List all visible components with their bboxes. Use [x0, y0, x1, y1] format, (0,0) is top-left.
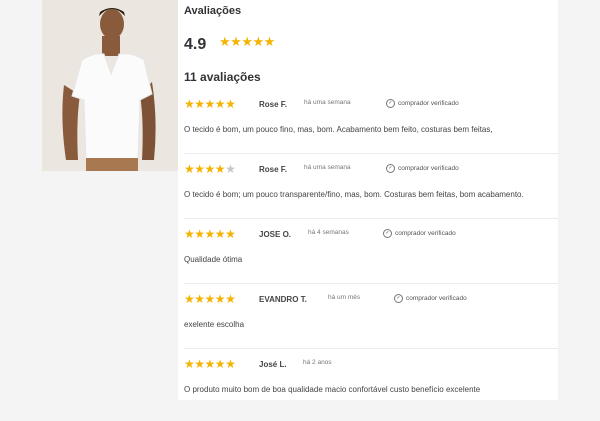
review-stars: ★★★★★	[184, 227, 236, 241]
star-filled-icon: ★	[194, 97, 205, 111]
model-tshirt-image	[42, 0, 178, 171]
review-count: 11 avaliações	[184, 70, 261, 84]
review-stars: ★★★★★	[184, 357, 236, 371]
review-item: ★★★★★ EVANDRO T. há um mês ✓ comprador ve…	[184, 292, 558, 356]
star-filled-icon: ★	[225, 292, 236, 306]
check-circle-icon: ✓	[386, 164, 395, 173]
review-text: exelente escolha	[184, 320, 245, 329]
review-author: EVANDRO T.	[259, 295, 307, 304]
star-filled-icon: ★	[225, 227, 236, 241]
verified-label: comprador verificado	[398, 165, 459, 173]
review-author: Rose F.	[259, 100, 288, 109]
star-filled-icon: ★	[230, 34, 242, 49]
star-filled-icon: ★	[252, 34, 264, 49]
review-divider	[184, 153, 558, 154]
verified-label: comprador verificado	[406, 295, 467, 303]
review-date: há um mês	[328, 294, 361, 301]
star-filled-icon: ★	[184, 227, 195, 241]
check-circle-icon: ✓	[394, 294, 403, 303]
review-text: O produto muito bom de boa qualidade mac…	[184, 385, 481, 394]
verified-badge: ✓ comprador verificado	[383, 229, 456, 238]
check-circle-icon: ✓	[386, 99, 395, 108]
star-filled-icon: ★	[263, 34, 276, 49]
average-rating: 4.9	[184, 36, 207, 53]
star-filled-icon: ★	[194, 162, 205, 176]
star-filled-icon: ★	[225, 97, 236, 111]
review-author: Rose F.	[259, 165, 288, 174]
star-filled-icon: ★	[204, 162, 216, 176]
review-divider	[184, 283, 558, 284]
verified-badge: ✓ comprador verificado	[386, 99, 459, 108]
review-date: há uma semana	[304, 99, 351, 106]
star-filled-icon: ★	[184, 162, 195, 176]
review-stars: ★★★★★	[184, 97, 236, 111]
review-stars: ★★★★★	[184, 162, 236, 176]
review-author: JOSE O.	[259, 230, 292, 239]
star-filled-icon: ★	[214, 292, 226, 306]
review-date: há 4 semanas	[308, 229, 349, 236]
review-author: José L.	[259, 360, 287, 369]
review-item: ★★★★★ Rose F. há uma semana ✓ comprador v…	[184, 97, 558, 161]
review-item: ★★★★★ JOSE O. há 4 semanas ✓ comprador ve…	[184, 227, 558, 291]
star-filled-icon: ★	[214, 357, 226, 371]
review-text: O tecido é bom, um pouco fino, mas, bom.…	[184, 125, 493, 134]
product-photo	[42, 0, 178, 171]
review-text: O tecido é bom; um pouco transparente/fi…	[184, 190, 524, 199]
star-empty-icon: ★	[225, 162, 236, 176]
star-filled-icon: ★	[204, 97, 216, 111]
star-filled-icon: ★	[204, 227, 216, 241]
review-text: Qualidade ótima	[184, 255, 243, 264]
star-filled-icon: ★	[194, 292, 205, 306]
verified-label: comprador verificado	[398, 100, 459, 108]
star-filled-icon: ★	[204, 357, 216, 371]
review-date: há 2 anos	[303, 359, 332, 366]
star-filled-icon: ★	[204, 292, 216, 306]
star-filled-icon: ★	[225, 357, 236, 371]
verified-badge: ✓ comprador verificado	[394, 294, 467, 303]
star-filled-icon: ★	[241, 34, 253, 49]
review-divider	[184, 348, 558, 349]
review-divider	[184, 218, 558, 219]
average-stars: ★★★★★	[219, 34, 275, 50]
star-filled-icon: ★	[219, 34, 231, 49]
star-filled-icon: ★	[214, 227, 226, 241]
star-filled-icon: ★	[184, 357, 195, 371]
review-stars: ★★★★★	[184, 292, 236, 306]
reviews-heading: Avaliações	[184, 5, 242, 17]
star-filled-icon: ★	[184, 292, 195, 306]
verified-badge: ✓ comprador verificado	[386, 164, 459, 173]
star-filled-icon: ★	[214, 162, 226, 176]
review-date: há uma semana	[304, 164, 351, 171]
star-filled-icon: ★	[194, 227, 205, 241]
review-item: ★★★★★ José L. há 2 anos O produto muito …	[184, 357, 558, 421]
verified-label: comprador verificado	[395, 230, 456, 238]
star-filled-icon: ★	[214, 97, 226, 111]
check-circle-icon: ✓	[383, 229, 392, 238]
star-filled-icon: ★	[194, 357, 205, 371]
star-filled-icon: ★	[184, 97, 195, 111]
review-item: ★★★★★ Rose F. há uma semana ✓ comprador v…	[184, 162, 558, 226]
